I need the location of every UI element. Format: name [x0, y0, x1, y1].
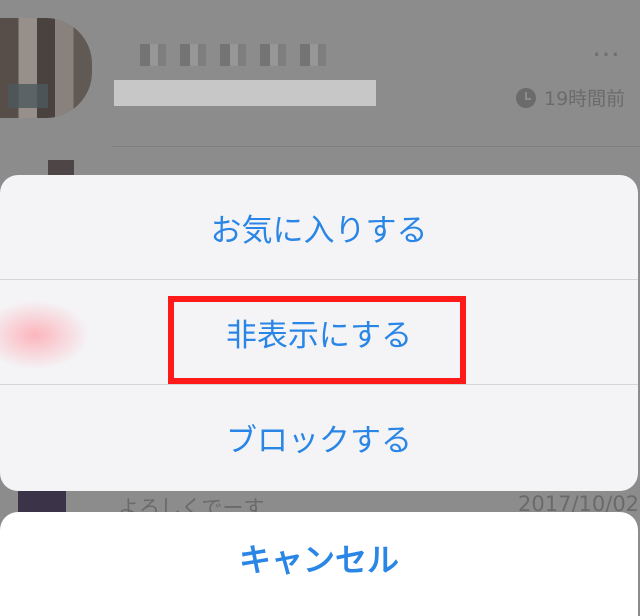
timestamp-text: 19時間前	[544, 88, 626, 110]
more-options-icon[interactable]: …	[592, 30, 622, 63]
action-sheet: お気に入りする 非表示にする ブロックする	[0, 175, 638, 491]
timestamp: 19時間前	[516, 84, 625, 111]
cancel-label: キャンセル	[238, 541, 399, 579]
blurred-background-shape	[0, 300, 90, 370]
row-divider	[112, 146, 640, 147]
hide-button[interactable]: 非表示にする	[0, 279, 638, 384]
hide-label: 非表示にする	[225, 317, 413, 354]
favorite-button[interactable]: お気に入りする	[0, 175, 638, 279]
favorite-label: お気に入りする	[210, 212, 428, 249]
redacted-message	[114, 80, 376, 106]
pixelated-username	[140, 44, 340, 66]
block-button[interactable]: ブロックする	[0, 384, 638, 489]
avatar	[18, 490, 66, 514]
block-label: ブロックする	[226, 422, 412, 459]
cancel-button[interactable]: キャンセル	[0, 512, 638, 616]
clock-icon	[516, 87, 536, 108]
avatar	[0, 18, 92, 118]
